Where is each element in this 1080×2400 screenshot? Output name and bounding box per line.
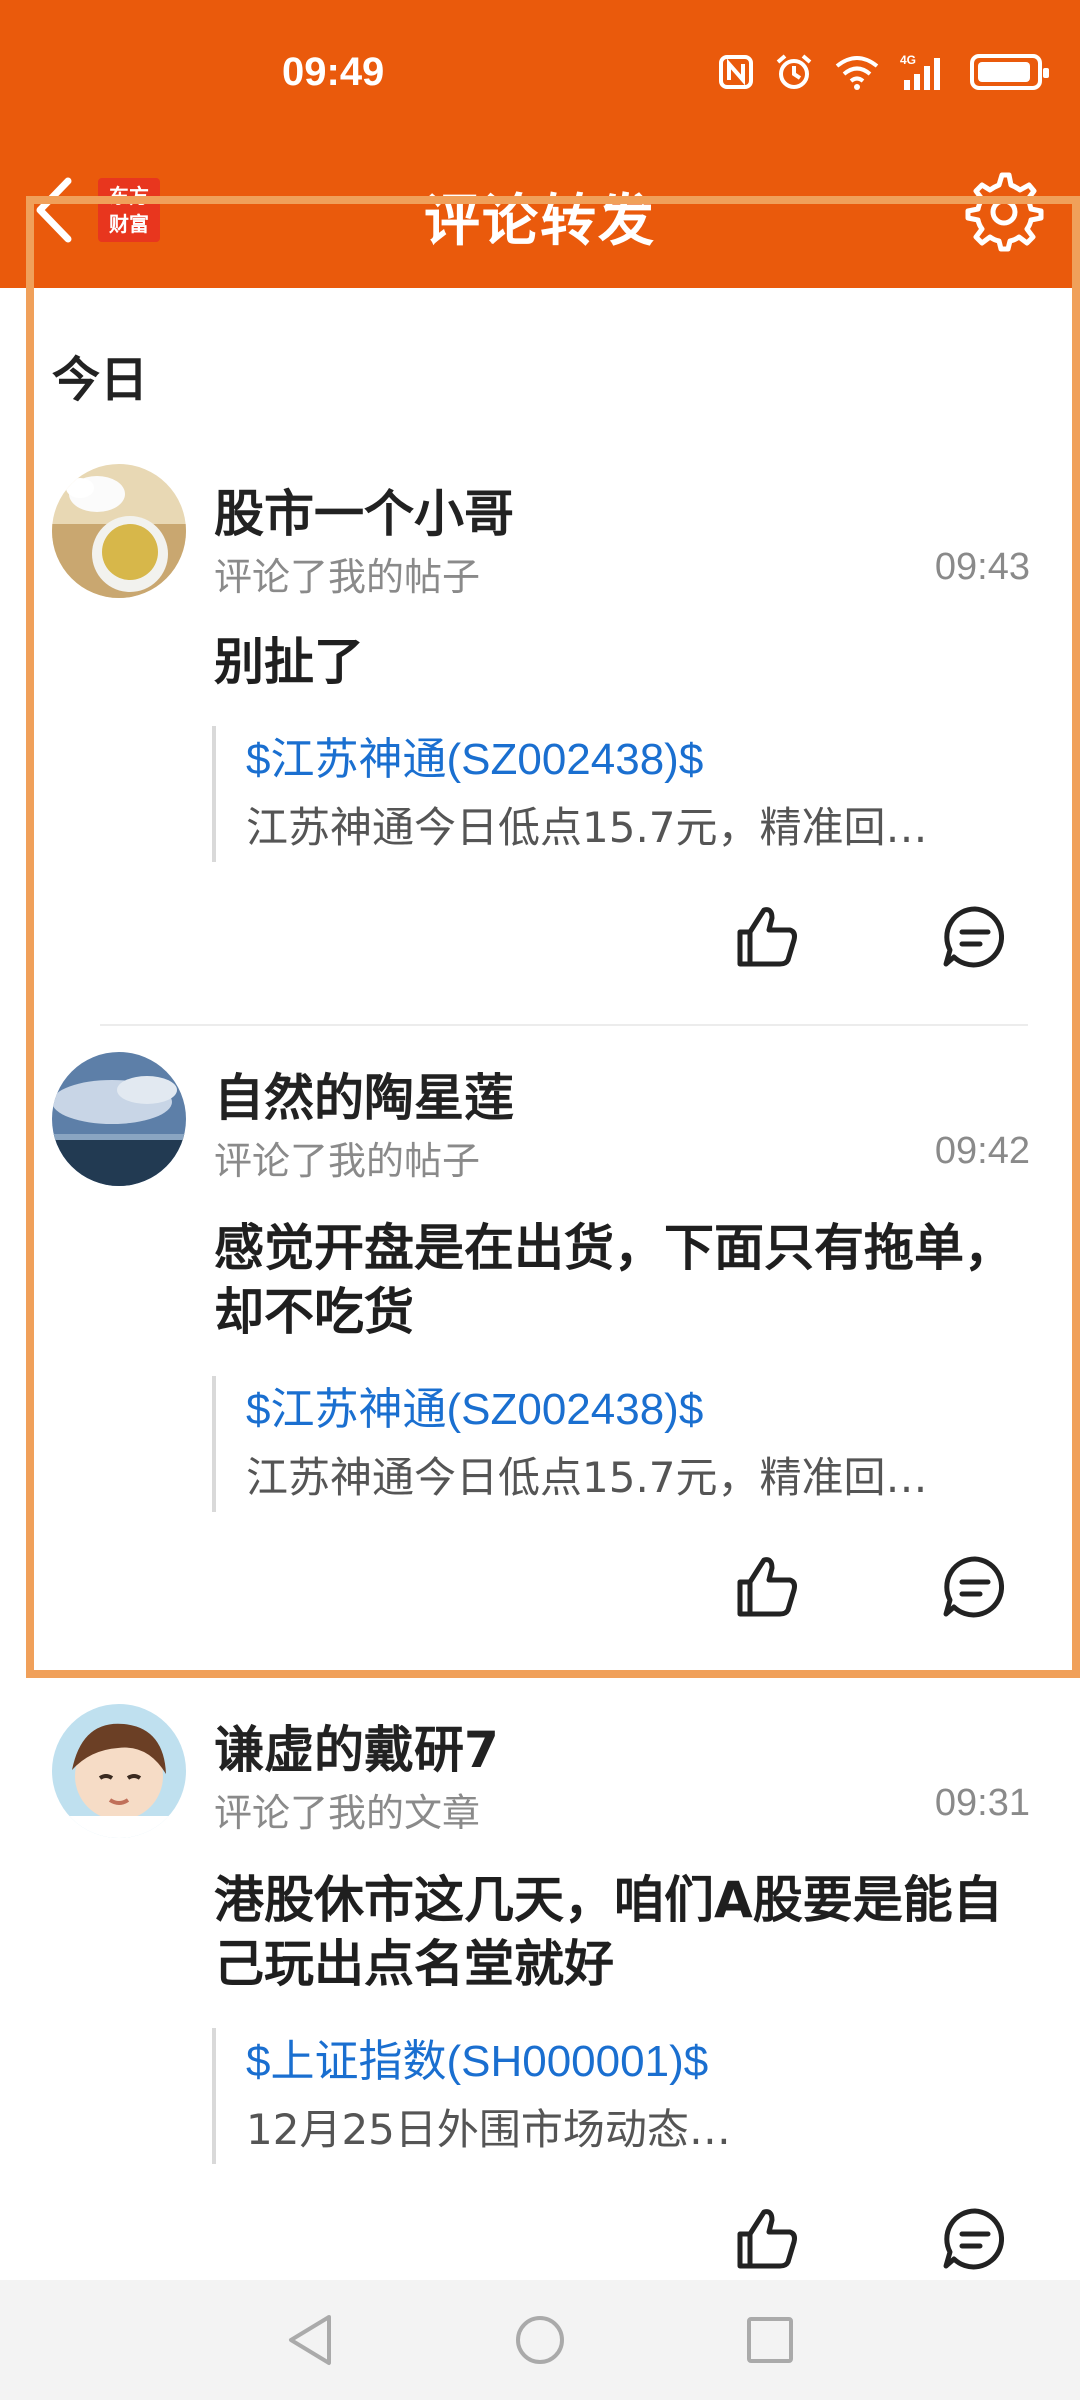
thumbs-up-icon [737, 2209, 797, 2269]
alarm-icon [776, 54, 812, 89]
thumbs-up-icon [737, 1557, 797, 1617]
quote-text: 江苏神通今日低点15.7元，精准回… [246, 1453, 928, 1502]
battery-icon [970, 54, 1049, 90]
comment-icon [943, 2208, 1005, 2270]
comment-text[interactable]: 港股休市这几天，咱们A股要是能自己玩出点名堂就好 [214, 1868, 1014, 1996]
quote-text: 12月25日外围市场动态… [246, 2105, 731, 2154]
avatar[interactable] [52, 1704, 186, 1838]
action-text: 评论了我的文章 [214, 1791, 481, 1835]
avatar[interactable] [52, 464, 186, 598]
username[interactable]: 股市一个小哥 [214, 474, 514, 546]
like-button[interactable] [732, 902, 802, 972]
svg-text:4G: 4G [900, 53, 916, 67]
nav-back-button[interactable] [270, 2300, 350, 2380]
avatar[interactable] [52, 1052, 186, 1186]
stock-link[interactable]: $上证指数(SH000001)$ [246, 2028, 1012, 2096]
action-text: 评论了我的帖子 [214, 1139, 481, 1183]
nav-recents-button[interactable] [730, 2300, 810, 2380]
timestamp: 09:42 [934, 1130, 1030, 1172]
reply-button[interactable] [940, 2204, 1010, 2274]
status-icons: 4G [718, 52, 1049, 92]
reply-button[interactable] [940, 1552, 1010, 1622]
wifi-icon [835, 56, 879, 90]
stock-link[interactable]: $江苏神通(SZ002438)$ [246, 1376, 1012, 1444]
quoted-post[interactable]: $江苏神通(SZ002438)$ 江苏神通今日低点15.7元，精准回… [212, 726, 1012, 862]
thumbs-up-icon [737, 907, 797, 967]
status-time: 09:49 [282, 50, 385, 94]
gear-icon [965, 172, 1044, 252]
feed-item[interactable]: 自然的陶星莲 评论了我的帖子 09:42 感觉开盘是在出货，下面只有拖单，却不吃… [0, 1052, 1080, 1652]
comment-icon [943, 906, 1005, 968]
timestamp: 09:43 [934, 546, 1030, 588]
settings-button[interactable] [964, 172, 1046, 254]
comment-text[interactable]: 别扯了 [214, 630, 1014, 694]
username[interactable]: 谦虚的戴研7 [214, 1710, 499, 1782]
stock-link[interactable]: $江苏神通(SZ002438)$ [246, 726, 1012, 794]
quoted-post[interactable]: $江苏神通(SZ002438)$ 江苏神通今日低点15.7元，精准回… [212, 1376, 1012, 1512]
triangle-back-icon [289, 2315, 331, 2365]
comment-icon [943, 1556, 1005, 1618]
comment-text[interactable]: 感觉开盘是在出货，下面只有拖单，却不吃货 [214, 1216, 1014, 1344]
reply-button[interactable] [940, 902, 1010, 972]
quoted-post[interactable]: $上证指数(SH000001)$ 12月25日外围市场动态… [212, 2028, 1012, 2164]
signal-4g-icon: 4G [900, 53, 940, 90]
square-recents-icon [747, 2317, 793, 2363]
circle-home-icon [516, 2316, 564, 2364]
header-bar: 09:49 4G 东方 财富 评论转发 [0, 0, 1080, 288]
nav-home-button[interactable] [500, 2300, 580, 2380]
like-button[interactable] [732, 1552, 802, 1622]
feed-item[interactable]: 股市一个小哥 评论了我的帖子 09:43 别扯了 $江苏神通(SZ002438)… [0, 464, 1080, 1024]
like-button[interactable] [732, 2204, 802, 2274]
feed-item[interactable]: 谦虚的戴研7 评论了我的文章 09:31 港股休市这几天，咱们A股要是能自己玩出… [0, 1704, 1080, 2280]
action-text: 评论了我的帖子 [214, 555, 481, 599]
username[interactable]: 自然的陶星莲 [214, 1058, 514, 1130]
section-label-today: 今日 [52, 352, 149, 408]
system-nav-bar [0, 2280, 1080, 2400]
page-title: 评论转发 [424, 189, 656, 254]
quote-text: 江苏神通今日低点15.7元，精准回… [246, 803, 928, 852]
nfc-icon [719, 55, 753, 89]
timestamp: 09:31 [934, 1782, 1030, 1824]
divider [100, 1024, 1028, 1026]
